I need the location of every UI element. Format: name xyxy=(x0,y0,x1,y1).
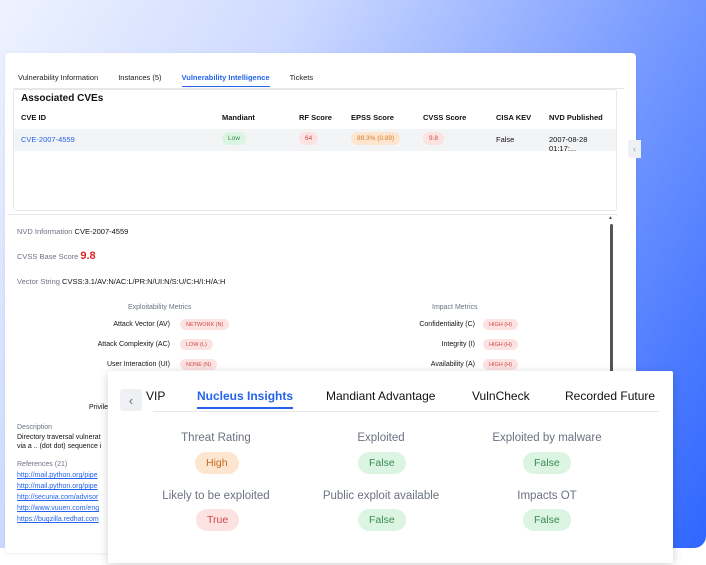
rf-score-badge: 64 xyxy=(299,132,319,145)
metric-badge-availability: HIGH (H) xyxy=(483,359,518,370)
metric-label-user-interaction: User Interaction (UI) xyxy=(106,361,170,368)
insight-badge-public-exploit-available: False xyxy=(358,509,406,531)
metric-label-integrity: Integrity (I) xyxy=(441,341,475,348)
exploitability-metrics-heading: Exploitability Metrics xyxy=(128,304,192,311)
nvd-info-label: NVD Information xyxy=(17,227,73,236)
vector-string-value: CVSS:3.1/AV:N/AC:L/PR:N/UI:N/S:U/C:H/I:H… xyxy=(62,277,226,286)
references-heading: References (21) xyxy=(17,461,68,468)
nvd-info-value: CVE-2007-4559 xyxy=(74,227,129,236)
scrollbar-thumb[interactable] xyxy=(610,224,613,374)
cisa-kev-value: False xyxy=(496,135,515,144)
tab-mandiant-advantage[interactable]: Mandiant Advantage xyxy=(326,389,435,403)
cvss-base-score-row: CVSS Base Score 9.8 xyxy=(17,250,96,262)
metric-label-attack-vector: Attack Vector (AV) xyxy=(113,321,170,328)
back-chevron-icon[interactable]: ‹ xyxy=(120,389,142,411)
tab-nucleus-insights[interactable]: Nucleus Insights xyxy=(197,389,294,409)
description-line-1: Directory traversal vulnerat xyxy=(17,434,101,441)
reference-link[interactable]: http://secunia.com/advisor xyxy=(17,494,98,501)
insight-badge-likely-to-be-exploited: True xyxy=(196,509,240,531)
metric-label-attack-complexity: Attack Complexity (AC) xyxy=(97,341,170,348)
metric-label-availability: Availability (A) xyxy=(430,361,475,368)
col-header-mandiant[interactable]: Mandiant xyxy=(222,113,255,122)
associated-cves-title: Associated CVEs xyxy=(21,93,104,104)
col-header-rf-score[interactable]: RF Score xyxy=(299,113,332,122)
nvd-divider xyxy=(8,214,618,215)
tab-vulnerability-intelligence[interactable]: Vulnerability Intelligence xyxy=(181,73,270,87)
vector-string-row: Vector String CVSS:3.1/AV:N/AC:L/PR:N/UI… xyxy=(17,277,225,286)
insight-label-exploited: Exploited xyxy=(357,432,405,444)
col-header-cisa-kev[interactable]: CISA KEV xyxy=(496,113,531,122)
chevron-left-icon[interactable]: ‹ xyxy=(628,140,641,158)
col-header-cvss-score[interactable]: CVSS Score xyxy=(423,113,466,122)
epss-score-badge: 89.3% (0.89) xyxy=(351,132,401,145)
tab-instances[interactable]: Instances (5) xyxy=(118,73,161,87)
col-header-cve-id[interactable]: CVE ID xyxy=(21,113,46,122)
insights-overlay-card: ‹ VIP Nucleus Insights Mandiant Advantag… xyxy=(108,371,673,563)
mandiant-badge: Low xyxy=(222,132,246,145)
metric-label-confidentiality: Confidentiality (C) xyxy=(419,321,475,328)
cvss-base-score-value: 9.8 xyxy=(80,250,96,262)
col-header-epss-score[interactable]: EPSS Score xyxy=(351,113,394,122)
tab-recorded-future[interactable]: Recorded Future xyxy=(565,389,655,403)
nvd-published-value: 2007-08-28 01:17:... xyxy=(549,135,588,153)
metric-badge-integrity: HIGH (H) xyxy=(483,339,518,350)
cvss-base-score-label: CVSS Base Score xyxy=(17,252,79,261)
reference-link[interactable]: http://mail.python.org/pipe xyxy=(17,472,98,479)
insight-badge-impacts-ot: False xyxy=(523,509,571,531)
scroll-up-icon[interactable]: ▲ xyxy=(608,215,613,221)
metric-badge-user-interaction: NONE (N) xyxy=(180,359,218,370)
metric-label-privileges-partial: Privile xyxy=(88,404,108,411)
tab-bar: Vulnerability Information Instances (5) … xyxy=(18,73,333,87)
reference-link[interactable]: https://bugzilla.redhat.com xyxy=(17,516,99,523)
tab-vip[interactable]: VIP xyxy=(146,389,165,403)
tab-vulnerability-information[interactable]: Vulnerability Information xyxy=(18,73,98,87)
impact-metrics-heading: Impact Metrics xyxy=(432,304,478,311)
nvd-info-row: NVD Information CVE-2007-4559 xyxy=(17,227,128,236)
col-header-nvd-published[interactable]: NVD Published xyxy=(549,113,603,122)
metric-badge-attack-vector: NETWORK (N) xyxy=(180,319,230,330)
reference-link[interactable]: http://mail.python.org/pipe xyxy=(17,483,98,490)
insight-badge-exploited-by-malware: False xyxy=(523,452,571,474)
insight-label-threat-rating: Threat Rating xyxy=(181,432,251,444)
tab-tickets[interactable]: Tickets xyxy=(290,73,313,87)
cve-id-link[interactable]: CVE-2007-4559 xyxy=(21,135,75,144)
metric-badge-confidentiality: HIGH (H) xyxy=(483,319,518,330)
insight-label-impacts-ot: Impacts OT xyxy=(517,490,577,502)
description-heading: Description xyxy=(17,424,53,431)
metric-badge-attack-complexity: LOW (L) xyxy=(180,339,213,350)
tab-vulncheck[interactable]: VulnCheck xyxy=(472,389,530,403)
insight-label-exploited-by-malware: Exploited by malware xyxy=(492,432,602,444)
cvss-score-badge: 9.8 xyxy=(423,132,445,145)
insight-badge-exploited: False xyxy=(358,452,406,474)
vector-string-label: Vector String xyxy=(17,277,60,286)
insight-badge-threat-rating: High xyxy=(195,452,239,474)
overlay-tab-divider xyxy=(153,411,659,412)
reference-link[interactable]: http://www.vuuen.com/eng xyxy=(17,505,99,512)
description-line-2: via a .. (dot dot) sequence i xyxy=(17,443,102,450)
associated-cves-panel: Associated CVEs CVE ID Mandiant RF Score… xyxy=(13,89,617,211)
insight-label-public-exploit-available: Public exploit available xyxy=(322,490,440,502)
insight-label-likely-to-be-exploited: Likely to be exploited xyxy=(162,490,270,502)
